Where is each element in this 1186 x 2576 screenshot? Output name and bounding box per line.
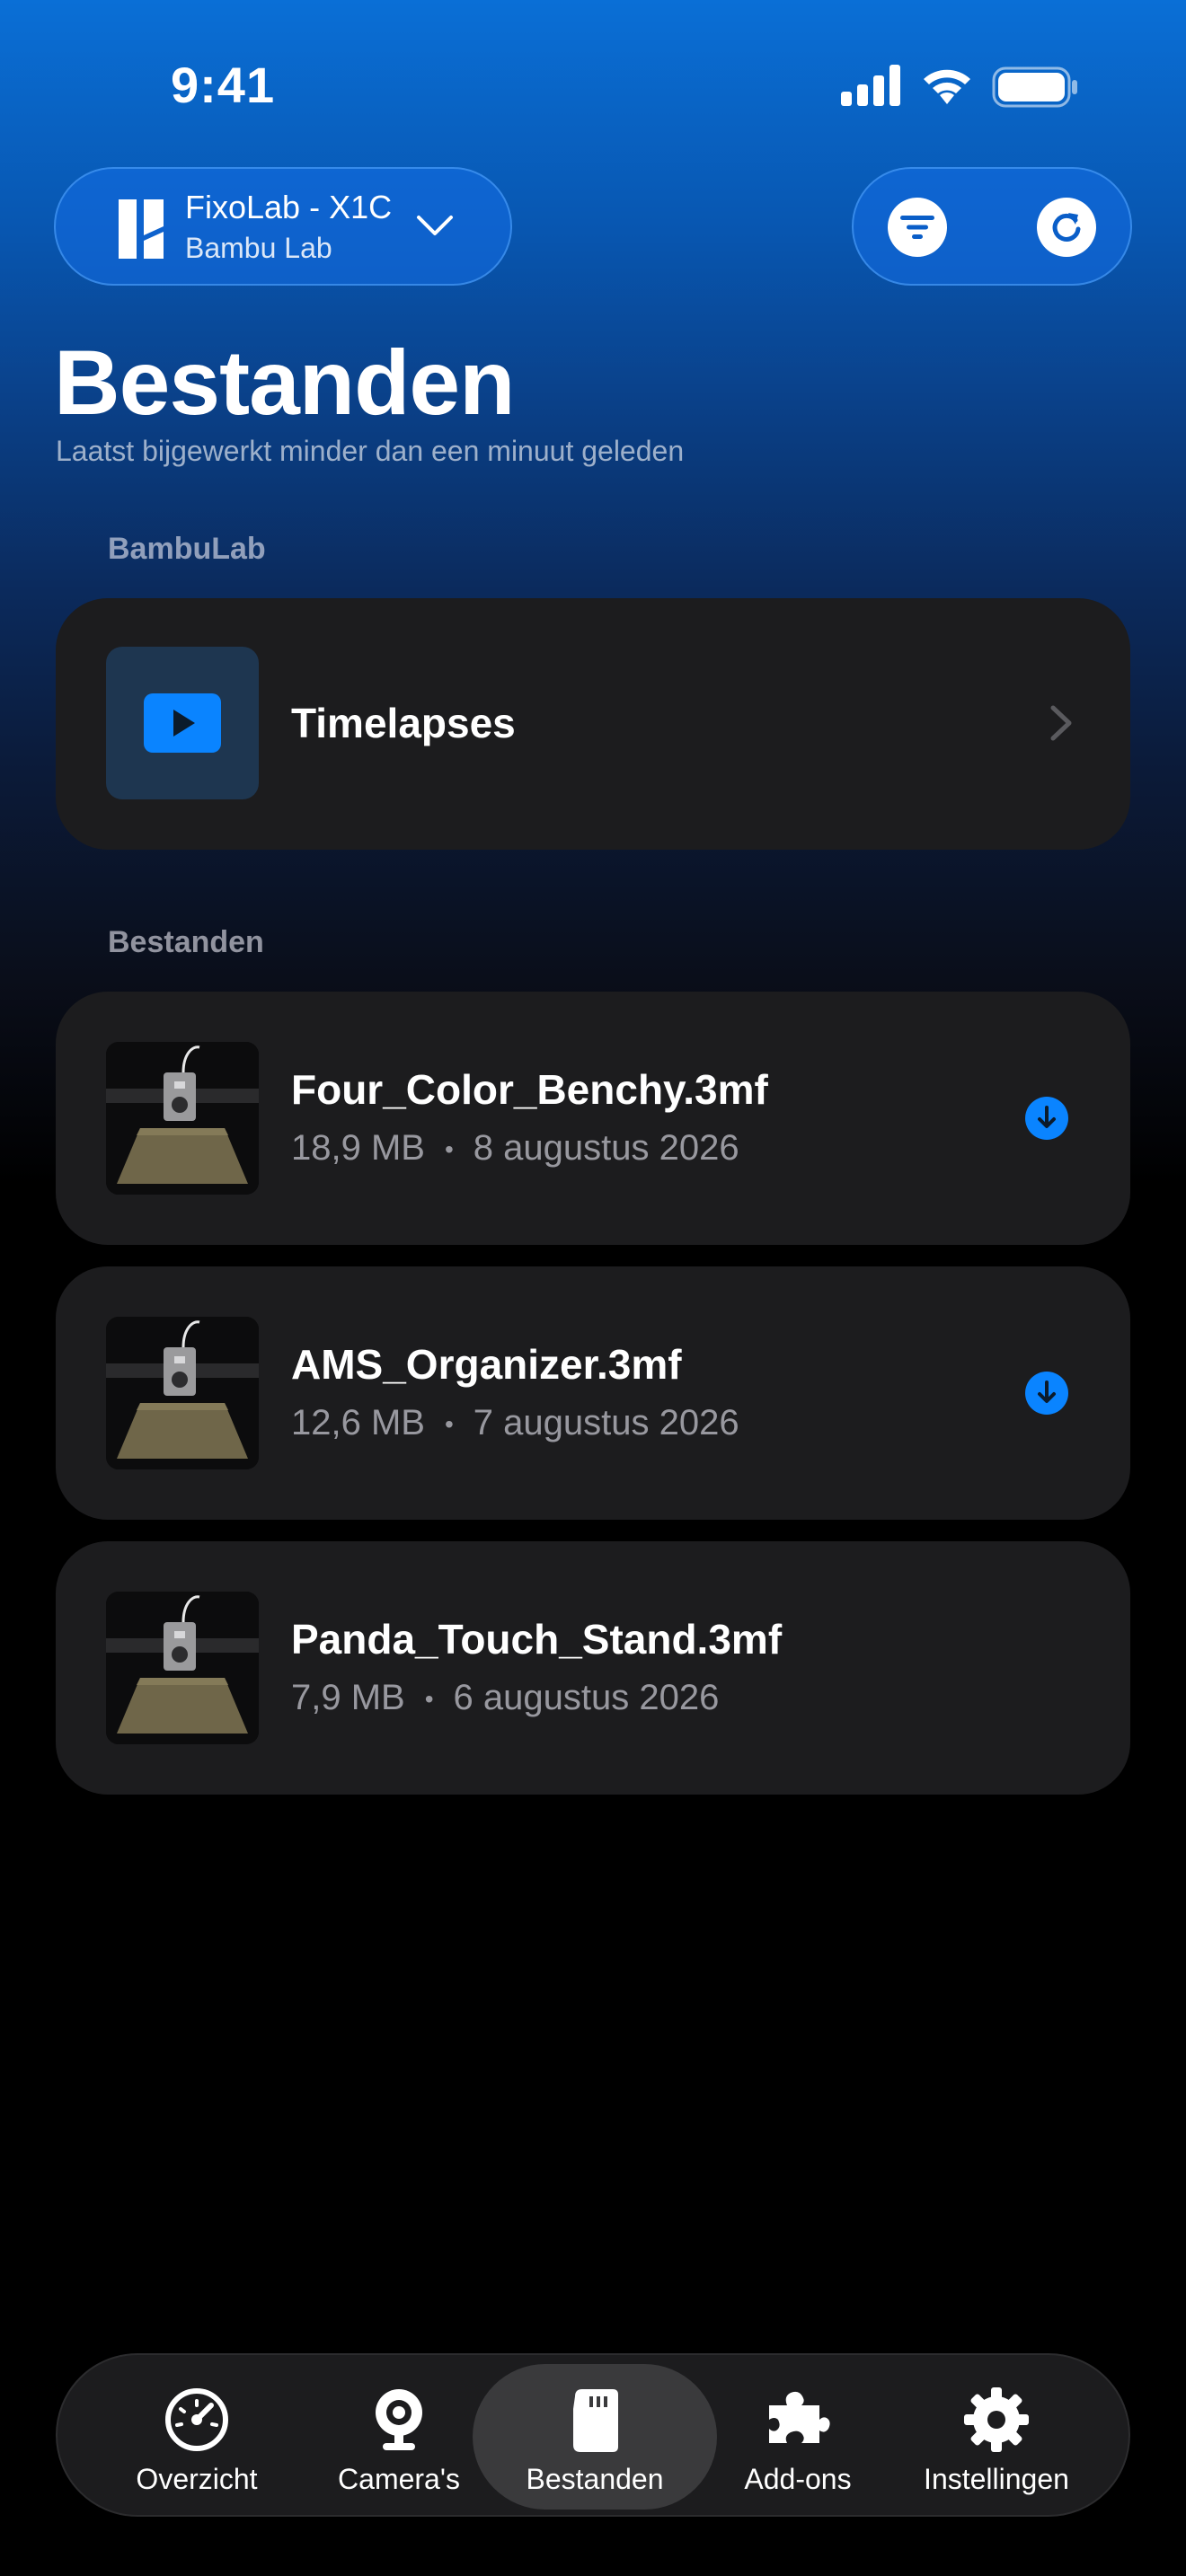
file-name: AMS_Organizer.3mf [291, 1341, 682, 1388]
file-row[interactable]: Four_Color_Benchy.3mf 18,9 MB • 8 augustus… [56, 992, 1130, 1245]
printer-thumbnail-image [106, 1317, 259, 1469]
tab-label: Camera's [338, 2463, 460, 2495]
puzzle-icon [769, 2391, 830, 2443]
file-row[interactable]: Panda_Touch_Stand.3mf 7,9 MB • 6 augustus … [56, 1541, 1130, 1795]
file-date: 8 augustus 2026 [473, 1128, 739, 1168]
file-size: 18,9 MB [291, 1128, 425, 1168]
file-date: 7 augustus 2026 [473, 1403, 739, 1442]
printer-thumbnail-image [106, 1592, 259, 1744]
refresh-icon [1052, 213, 1081, 242]
section-header-bambulab: BambuLab [108, 532, 266, 566]
section-header-files: Bestanden [108, 925, 264, 959]
chevron-right-icon [1050, 705, 1072, 741]
play-icon [144, 693, 221, 753]
file-meta: 12,6 MB • 7 augustus 2026 [291, 1403, 739, 1443]
file-meta: 7,9 MB • 6 augustus 2026 [291, 1678, 719, 1718]
file-meta: 18,9 MB • 8 augustus 2026 [291, 1128, 739, 1169]
tab-label: Bestanden [526, 2463, 664, 2495]
printer-brand: Bambu Lab [185, 232, 332, 264]
refresh-button[interactable] [1037, 198, 1096, 257]
timelapses-label: Timelapses [291, 700, 516, 746]
gear-icon [964, 2387, 1029, 2452]
timelapses-row[interactable]: Timelapses [56, 598, 1130, 850]
header-actions [852, 167, 1132, 286]
last-updated-text: Laatst bijgewerkt minder dan een minuut … [56, 435, 685, 467]
filter-icon [900, 216, 934, 239]
page-title: Bestanden [54, 331, 515, 434]
download-icon[interactable] [1024, 1096, 1069, 1141]
chevron-down-icon [417, 216, 453, 235]
printer-selector[interactable]: FixoLab - X1C Bambu Lab [54, 167, 512, 286]
file-thumbnail [106, 1592, 259, 1744]
bambu-lab-logo-icon [119, 199, 164, 259]
wifi-icon [924, 69, 970, 104]
file-size: 7,9 MB [291, 1678, 405, 1717]
meta-separator: • [424, 1685, 434, 1714]
status-bar: 9:41 [0, 0, 1186, 171]
tab-label: Instellingen [924, 2463, 1069, 2495]
gauge-icon [165, 2388, 228, 2451]
tab-label: Overzicht [136, 2463, 258, 2495]
file-thumbnail [106, 1317, 259, 1469]
file-date: 6 augustus 2026 [453, 1678, 720, 1717]
battery-icon [992, 66, 1077, 108]
printer-name: FixoLab - X1C [185, 189, 393, 225]
status-time: 9:41 [171, 57, 276, 113]
file-thumbnail [106, 1042, 259, 1195]
meta-separator: • [444, 1135, 454, 1164]
file-size: 12,6 MB [291, 1403, 425, 1442]
sd-card-icon [573, 2389, 618, 2452]
file-row[interactable]: AMS_Organizer.3mf 12,6 MB • 7 augustus 202… [56, 1266, 1130, 1520]
tab-label: Add-ons [744, 2463, 852, 2495]
meta-separator: • [444, 1410, 454, 1439]
tab-instellingen[interactable]: Instellingen [898, 2364, 1095, 2510]
tab-bar: Overzicht Camera's Bestanden Add-ons Ins… [56, 2353, 1130, 2517]
file-name: Panda_Touch_Stand.3mf [291, 1616, 783, 1663]
file-name: Four_Color_Benchy.3mf [291, 1066, 768, 1113]
timelapse-thumbnail [106, 647, 259, 799]
download-icon[interactable] [1024, 1371, 1069, 1416]
printer-thumbnail-image [106, 1042, 259, 1195]
tab-cameras[interactable]: Camera's [300, 2364, 498, 2510]
cellular-signal-icon [841, 65, 900, 106]
tab-add-ons[interactable]: Add-ons [699, 2364, 897, 2510]
filter-button[interactable] [888, 198, 947, 257]
tab-overzicht[interactable]: Overzicht [98, 2364, 296, 2510]
webcam-icon [376, 2389, 422, 2450]
tab-bestanden[interactable]: Bestanden [496, 2364, 694, 2510]
